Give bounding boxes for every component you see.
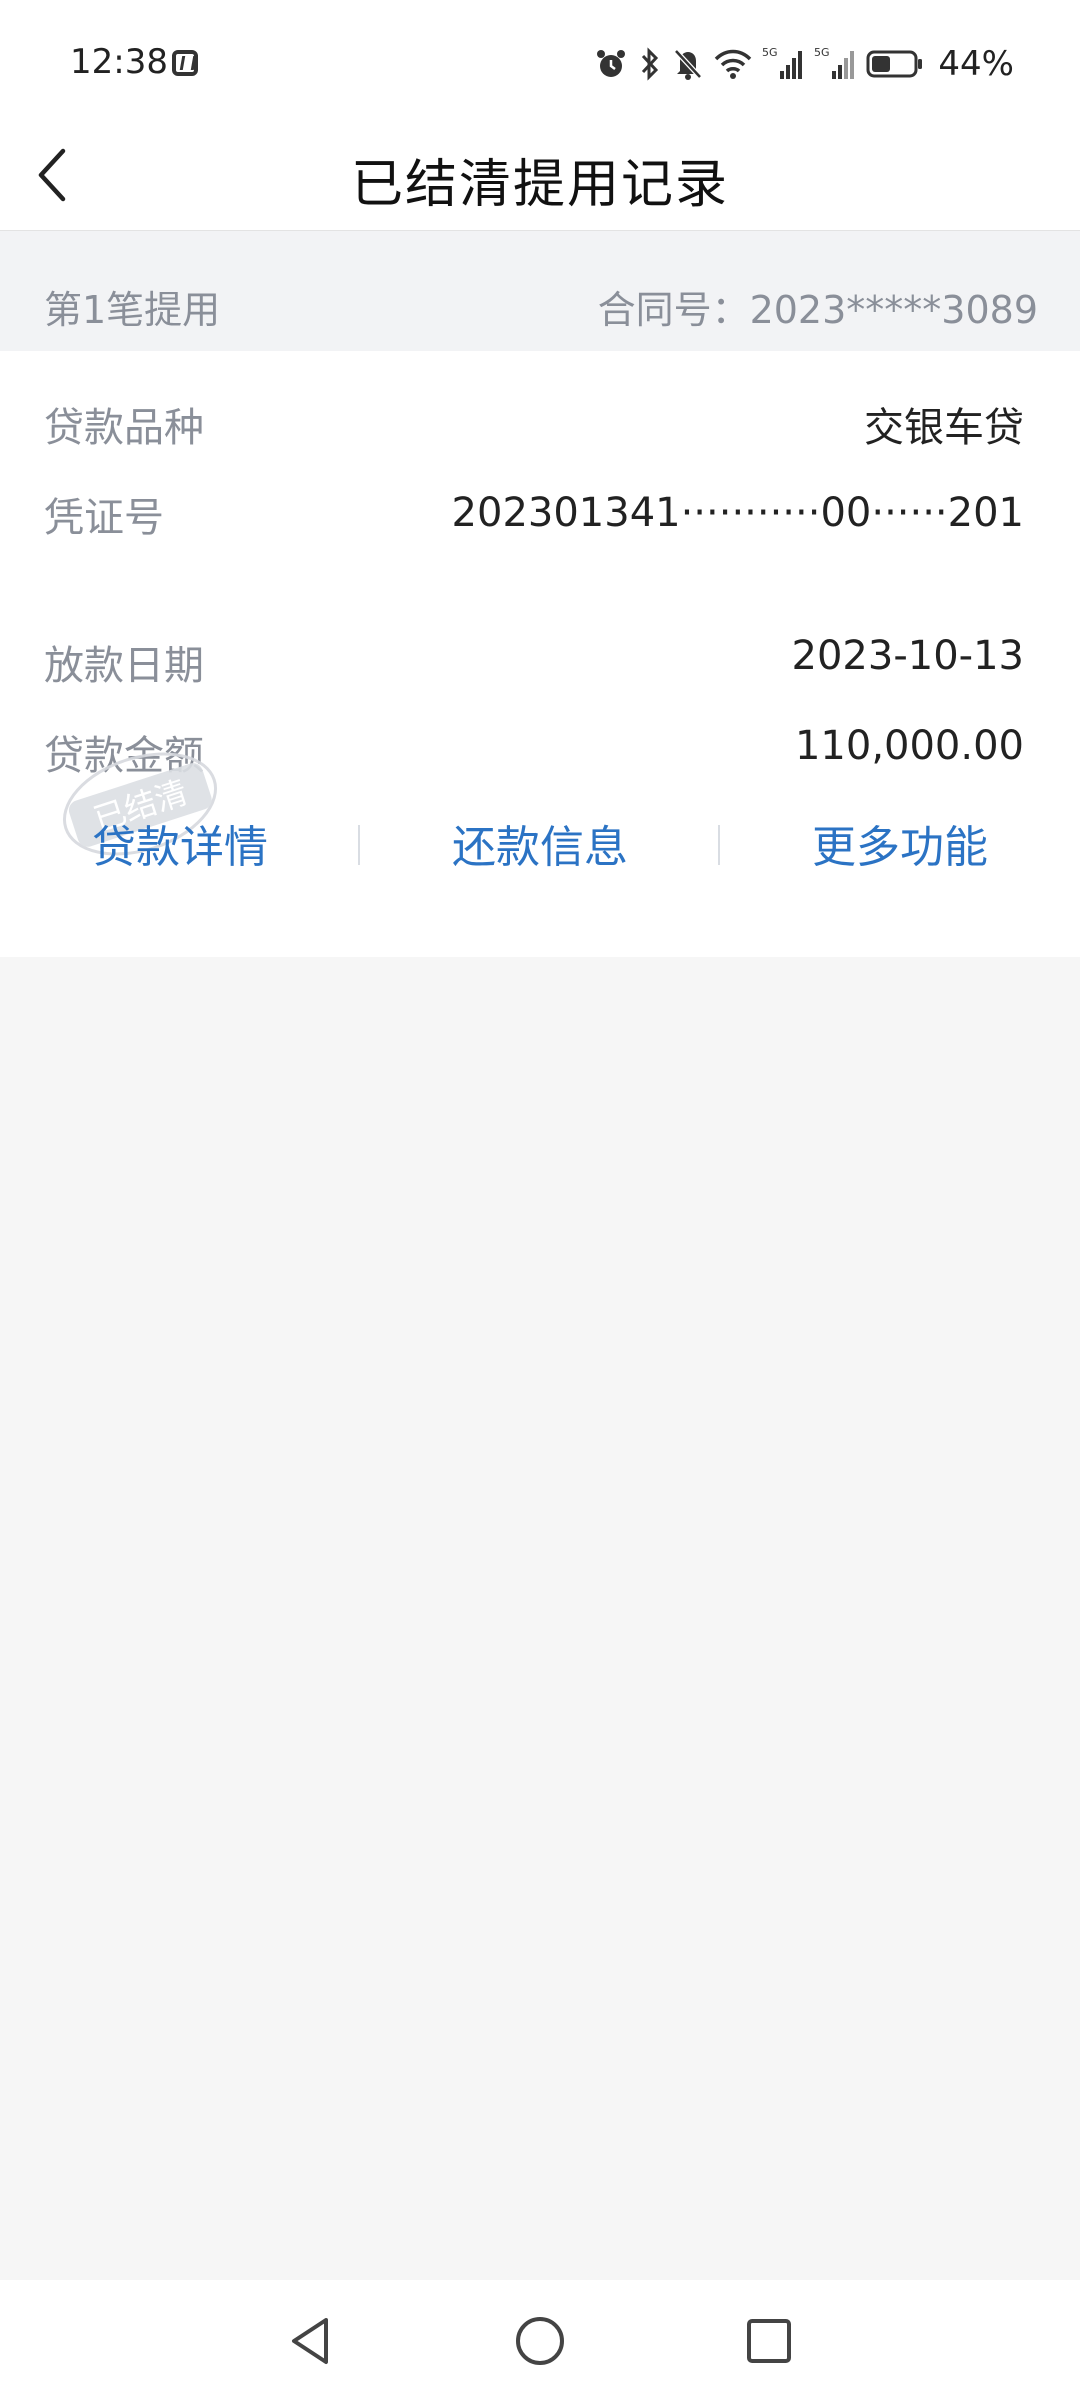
battery-icon bbox=[866, 50, 923, 78]
record-section-header: 第1笔提用 合同号：2023*****3089 bbox=[0, 231, 1080, 351]
battery-percent: 44% bbox=[938, 44, 1014, 84]
svg-text:5G: 5G bbox=[814, 46, 830, 59]
mute-icon bbox=[674, 49, 703, 80]
repayment-info-button[interactable]: 还款信息 bbox=[390, 811, 690, 875]
alarm-icon bbox=[597, 50, 626, 77]
action-bar: 贷款详情 还款信息 更多功能 bbox=[0, 803, 1080, 883]
back-triangle-icon bbox=[292, 2318, 328, 2364]
more-functions-button[interactable]: 更多功能 bbox=[750, 811, 1050, 875]
field-value: 202301341···········00······201 bbox=[451, 490, 1024, 536]
status-time: 12:38 bbox=[70, 42, 168, 82]
field-label: 放款日期 bbox=[44, 643, 204, 689]
divider bbox=[718, 825, 720, 865]
screen: 12:38 5G 5G 44% 已结清提用记录 第1笔提用 合同号：2023**… bbox=[0, 0, 1080, 2398]
loan-details-button[interactable]: 贷款详情 bbox=[30, 811, 330, 875]
home-circle-icon bbox=[516, 2317, 564, 2365]
wifi-icon bbox=[715, 49, 752, 79]
app-header: 已结清提用记录 bbox=[0, 120, 1080, 231]
status-icons: 5G 5G 44% bbox=[594, 44, 1014, 84]
nfc-icon bbox=[172, 50, 198, 76]
nav-home-button[interactable] bbox=[505, 2306, 575, 2376]
page-title: 已结清提用记录 bbox=[350, 155, 729, 215]
nav-back-button[interactable] bbox=[276, 2306, 346, 2376]
field-label: 贷款品种 bbox=[44, 405, 204, 451]
nav-recents-button[interactable] bbox=[734, 2306, 804, 2376]
field-label: 凭证号 bbox=[44, 495, 164, 541]
field-value: 2023-10-13 bbox=[791, 633, 1024, 679]
signal-5g-icon: 5G bbox=[762, 46, 803, 79]
system-nav-bar bbox=[0, 2280, 1080, 2398]
field-value: 110,000.00 bbox=[794, 723, 1024, 769]
loan-record-card: 贷款品种 交银车贷 凭证号 202301341···········00····… bbox=[0, 351, 1080, 957]
record-section-title: 第1笔提用 bbox=[44, 288, 221, 332]
signal-5g-icon: 5G bbox=[814, 46, 855, 79]
contract-number: 合同号：2023*****3089 bbox=[597, 288, 1038, 332]
recents-square-icon bbox=[747, 2319, 791, 2363]
status-bar: 12:38 5G 5G 44% bbox=[0, 0, 1080, 120]
divider bbox=[358, 825, 360, 865]
field-value: 交银车贷 bbox=[864, 405, 1024, 451]
bluetooth-icon bbox=[642, 47, 659, 81]
svg-text:5G: 5G bbox=[762, 46, 778, 59]
